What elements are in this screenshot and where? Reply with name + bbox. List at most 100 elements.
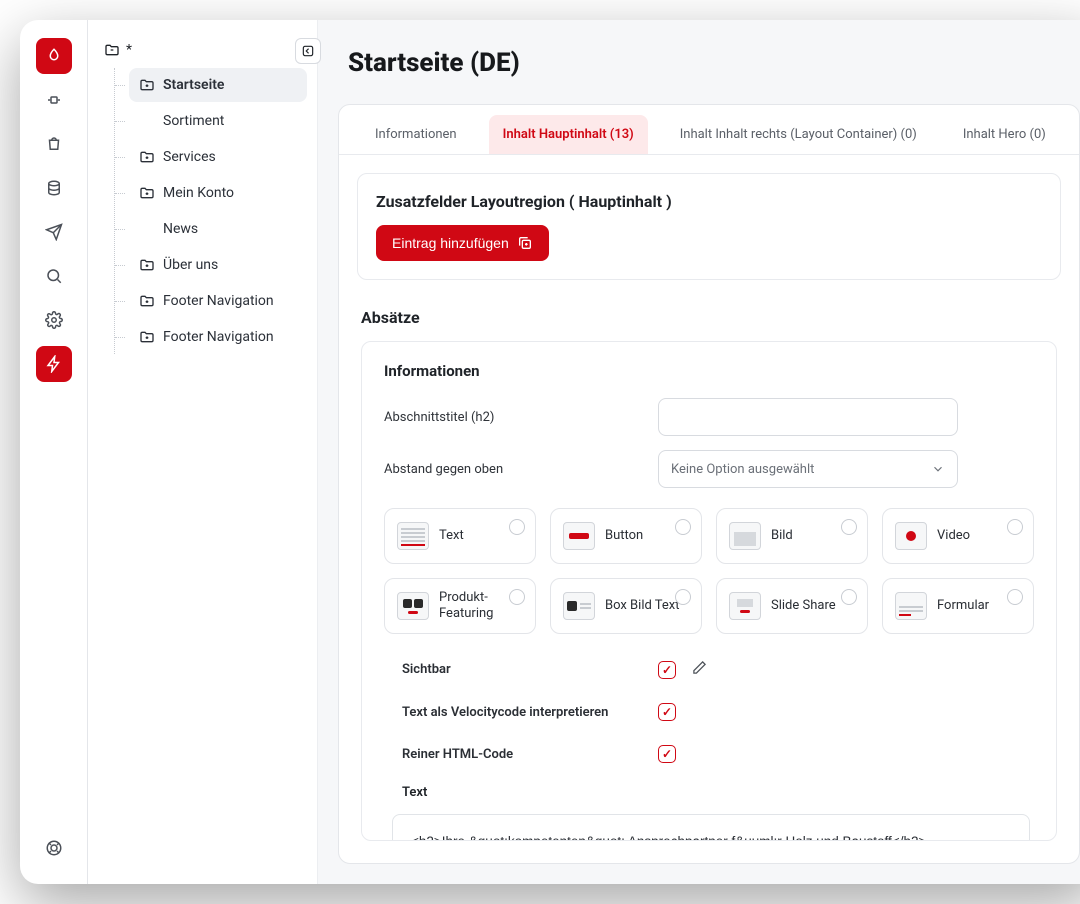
page-tree-panel: * Startseite Sortiment Services Mein Kon… [88, 20, 318, 884]
help-icon[interactable] [36, 830, 72, 866]
radio-icon [675, 519, 691, 535]
app-window: * Startseite Sortiment Services Mein Kon… [20, 20, 1080, 884]
label-abschnittstitel: Abschnittstitel (h2) [384, 410, 634, 425]
thumb-text-icon [397, 522, 429, 550]
tab-informationen[interactable]: Informationen [361, 115, 471, 154]
select-abstand[interactable]: Keine Option ausgewählt [658, 450, 958, 488]
thumb-form-icon [895, 592, 927, 620]
tree-item-startseite[interactable]: Startseite [129, 68, 307, 102]
component-video[interactable]: Video [882, 508, 1034, 564]
thumb-image-icon [729, 522, 761, 550]
bolt-icon[interactable] [36, 346, 72, 382]
tree-item-label: Footer Navigation [163, 293, 274, 309]
label-sichtbar: Sichtbar [402, 662, 642, 677]
zusatzfelder-heading: Zusatzfelder Layoutregion ( Hauptinhalt … [376, 192, 1042, 211]
tree-root[interactable]: * [102, 38, 307, 62]
search-icon[interactable] [36, 258, 72, 294]
module-icon[interactable] [36, 82, 72, 118]
component-label: Bild [771, 528, 793, 544]
label-abstand: Abstand gegen oben [384, 462, 634, 477]
editor-line-1: <h2>Ihre &quot;kompetenten&quot; Ansprec… [411, 831, 1011, 841]
tabbar: Informationen Inhalt Hauptinhalt (13) In… [339, 105, 1079, 155]
tree-item-label: Footer Navigation [163, 329, 274, 345]
send-icon[interactable] [36, 214, 72, 250]
tree-item-sortiment[interactable]: Sortiment [129, 104, 307, 138]
radio-icon [509, 589, 525, 605]
tree-item-mein-konto[interactable]: Mein Konto [129, 176, 307, 210]
component-button[interactable]: Button [550, 508, 702, 564]
tree-list: Startseite Sortiment Services Mein Konto… [114, 68, 307, 354]
component-slide-share[interactable]: Slide Share [716, 578, 868, 634]
checkbox-sichtbar[interactable]: ✓ [658, 661, 676, 679]
icon-rail [20, 20, 88, 884]
main-content: Startseite (DE) Informationen Inhalt Hau… [318, 20, 1080, 884]
label-velocity: Text als Velocitycode interpretieren [402, 705, 642, 720]
radio-icon [841, 589, 857, 605]
html-editor[interactable]: <h2>Ihre &quot;kompetenten&quot; Ansprec… [392, 814, 1030, 841]
row-abschnittstitel: Abschnittstitel (h2) [384, 398, 1034, 436]
tree-item-label: Mein Konto [163, 185, 234, 201]
tree-item-label: Services [163, 149, 216, 165]
component-label: Button [605, 528, 643, 544]
row-velocity: Text als Velocitycode interpretieren ✓ [402, 691, 1034, 733]
tree-item-footer-nav-2[interactable]: Footer Navigation [129, 320, 307, 354]
tab-inhalt-rechts[interactable]: Inhalt Inhalt rechts (Layout Container) … [666, 115, 931, 154]
thumb-button-icon [563, 522, 595, 550]
page-title: Startseite (DE) [348, 48, 1070, 78]
informationen-heading: Informationen [384, 362, 1034, 380]
add-entry-button[interactable]: Eintrag hinzufügen [376, 225, 549, 261]
component-label: Formular [937, 598, 989, 614]
radio-icon [1007, 519, 1023, 535]
tree-item-label: News [163, 221, 198, 237]
check-options: Sichtbar ✓ Text als Velocitycode interpr… [384, 648, 1034, 775]
tree-item-services[interactable]: Services [129, 140, 307, 174]
brand-logo-icon[interactable] [36, 38, 72, 74]
input-abschnittstitel[interactable] [658, 398, 958, 436]
row-sichtbar: Sichtbar ✓ [402, 648, 1034, 691]
tree-root-label: * [126, 42, 132, 58]
radio-icon [841, 519, 857, 535]
component-text[interactable]: Text [384, 508, 536, 564]
section-absaetze-title: Absätze [339, 298, 1079, 327]
checkbox-html[interactable]: ✓ [658, 745, 676, 763]
tab-inhalt-hauptinhalt[interactable]: Inhalt Hauptinhalt (13) [489, 115, 648, 154]
thumb-box-icon [563, 592, 595, 620]
tree-item-label: Über uns [163, 257, 218, 273]
row-html: Reiner HTML-Code ✓ [402, 733, 1034, 775]
component-bild[interactable]: Bild [716, 508, 868, 564]
radio-icon [1007, 589, 1023, 605]
component-picker: Text Button Bild Vid [384, 508, 1034, 634]
edit-icon[interactable] [692, 660, 707, 679]
tree-item-ueber-uns[interactable]: Über uns [129, 248, 307, 282]
add-entry-label: Eintrag hinzufügen [392, 235, 509, 251]
bag-icon[interactable] [36, 126, 72, 162]
tree-item-label: Sortiment [163, 113, 224, 129]
component-label: Text [439, 528, 464, 544]
tab-inhalt-hero[interactable]: Inhalt Hero (0) [949, 115, 1060, 154]
radio-icon [675, 589, 691, 605]
select-abstand-value: Keine Option ausgewählt [671, 462, 814, 477]
component-produkt-featuring[interactable]: Produkt-Featuring [384, 578, 536, 634]
copy-plus-icon [517, 235, 533, 251]
tree-item-news[interactable]: News [129, 212, 307, 246]
collapse-tree-button[interactable] [295, 38, 321, 64]
content-card: Informationen Inhalt Hauptinhalt (13) In… [338, 104, 1080, 864]
zusatzfelder-panel: Zusatzfelder Layoutregion ( Hauptinhalt … [357, 173, 1061, 280]
absatz-editor: Informationen Abschnittstitel (h2) Absta… [361, 341, 1057, 841]
component-label: Video [937, 528, 970, 544]
gear-icon[interactable] [36, 302, 72, 338]
page-header: Startseite (DE) [318, 20, 1080, 86]
thumb-product-icon [397, 592, 429, 620]
tree-item-label: Startseite [163, 77, 224, 93]
checkbox-velocity[interactable]: ✓ [658, 703, 676, 721]
database-icon[interactable] [36, 170, 72, 206]
component-label: Box Bild Text [605, 598, 680, 614]
row-abstand: Abstand gegen oben Keine Option ausgewäh… [384, 450, 1034, 488]
component-box-bild-text[interactable]: Box Bild Text [550, 578, 702, 634]
label-text: Text [384, 775, 1034, 808]
component-formular[interactable]: Formular [882, 578, 1034, 634]
component-label: Slide Share [771, 598, 836, 614]
tree-item-footer-nav-1[interactable]: Footer Navigation [129, 284, 307, 318]
thumb-slide-icon [729, 592, 761, 620]
chevron-down-icon [931, 462, 945, 476]
